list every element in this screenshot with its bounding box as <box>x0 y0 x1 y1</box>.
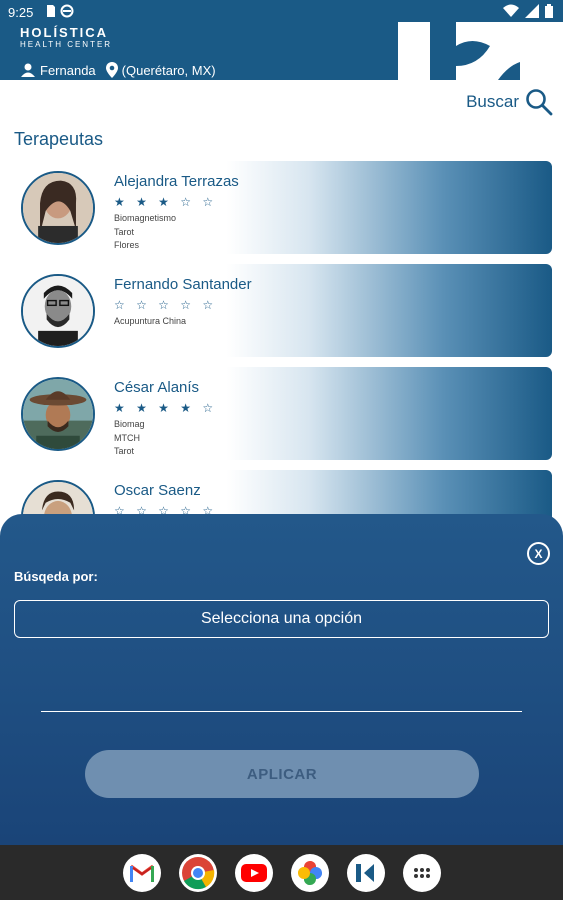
photos-icon[interactable] <box>290 853 329 892</box>
wifi-icon <box>503 4 519 21</box>
sim-icon <box>46 4 56 21</box>
close-label: X <box>534 546 543 561</box>
specialty: Flores <box>114 240 140 250</box>
filter-label: Búsqeda por: <box>14 569 98 584</box>
app-drawer-icon[interactable] <box>402 853 441 892</box>
user-location: (Querétaro, MX) <box>121 62 216 78</box>
user-name: Fernanda <box>40 62 96 78</box>
specialty-list: Acupuntura China <box>114 315 252 329</box>
close-button[interactable]: X <box>527 542 550 565</box>
select-value: Selecciona una opción <box>200 610 362 627</box>
signal-icon <box>525 4 539 21</box>
specialty: Tarot <box>114 446 135 456</box>
therapist-name: Alejandra Terrazas <box>114 173 239 190</box>
status-bar: 9:25 <box>0 0 563 24</box>
rating-stars: ☆ ☆ ☆ ☆ ☆ <box>114 298 218 312</box>
avatar <box>21 377 95 451</box>
rating-stars: ★ ★ ★ ★ ☆ <box>114 401 218 415</box>
gmail-icon[interactable] <box>122 853 161 892</box>
section-title: Terapeutas <box>14 129 104 149</box>
apply-button[interactable]: APLICAR <box>85 750 479 798</box>
filter-select[interactable]: Selecciona una opción <box>14 600 549 638</box>
sync-icon <box>60 4 74 21</box>
header-logo-graphic <box>398 22 563 80</box>
therapist-card[interactable]: Fernando Santander ☆ ☆ ☆ ☆ ☆ Acupuntura … <box>10 264 552 357</box>
search-button[interactable]: Buscar <box>466 88 553 116</box>
specialty-list: Biomagnetismo Tarot Flores <box>114 212 239 253</box>
app-header: 9:25 HOLÍSTICA HEALTH CENTER Fernanda (Q… <box>0 0 563 80</box>
search-text-input[interactable] <box>41 711 522 712</box>
user-info: Fernanda (Querétaro, MX) <box>20 62 216 78</box>
specialty: Tarot <box>114 226 135 237</box>
avatar <box>21 274 95 348</box>
apply-label: APLICAR <box>246 765 318 783</box>
brand-subtitle: HEALTH CENTER <box>20 40 113 49</box>
brand-title: HOLÍSTICA <box>20 25 109 40</box>
therapist-name: César Alanís <box>114 379 200 396</box>
specialty: Biomagnetismo <box>114 213 177 223</box>
status-time: 9:25 <box>8 5 34 20</box>
chrome-icon[interactable] <box>178 853 217 892</box>
holistica-icon[interactable] <box>346 853 385 892</box>
specialty-list: Biomag MTCH Tarot <box>114 418 217 459</box>
avatar <box>21 171 95 245</box>
battery-icon <box>545 4 553 21</box>
filter-bottom-sheet: X Búsqeda por: Selecciona una opción APL… <box>0 514 563 845</box>
location-pin-icon <box>105 62 118 78</box>
therapist-name: Oscar Saenz <box>114 482 201 499</box>
specialty: MTCH <box>114 432 140 443</box>
therapist-card[interactable]: César Alanís ★ ★ ★ ★ ☆ Biomag MTCH Tarot <box>10 367 552 460</box>
search-icon <box>526 89 553 116</box>
therapist-name: Fernando Santander <box>114 276 252 293</box>
therapist-card[interactable]: Alejandra Terrazas ★ ★ ★ ☆ ☆ Biomagnetis… <box>10 161 552 254</box>
brand-logo: HOLÍSTICA HEALTH CENTER <box>20 25 112 49</box>
specialty: Biomag <box>114 419 145 429</box>
specialty: Acupuntura China <box>114 316 187 326</box>
search-label: Buscar <box>466 92 519 111</box>
system-dock <box>0 845 563 900</box>
rating-stars: ★ ★ ★ ☆ ☆ <box>114 195 218 209</box>
youtube-icon[interactable] <box>234 853 273 892</box>
person-icon <box>21 63 35 77</box>
